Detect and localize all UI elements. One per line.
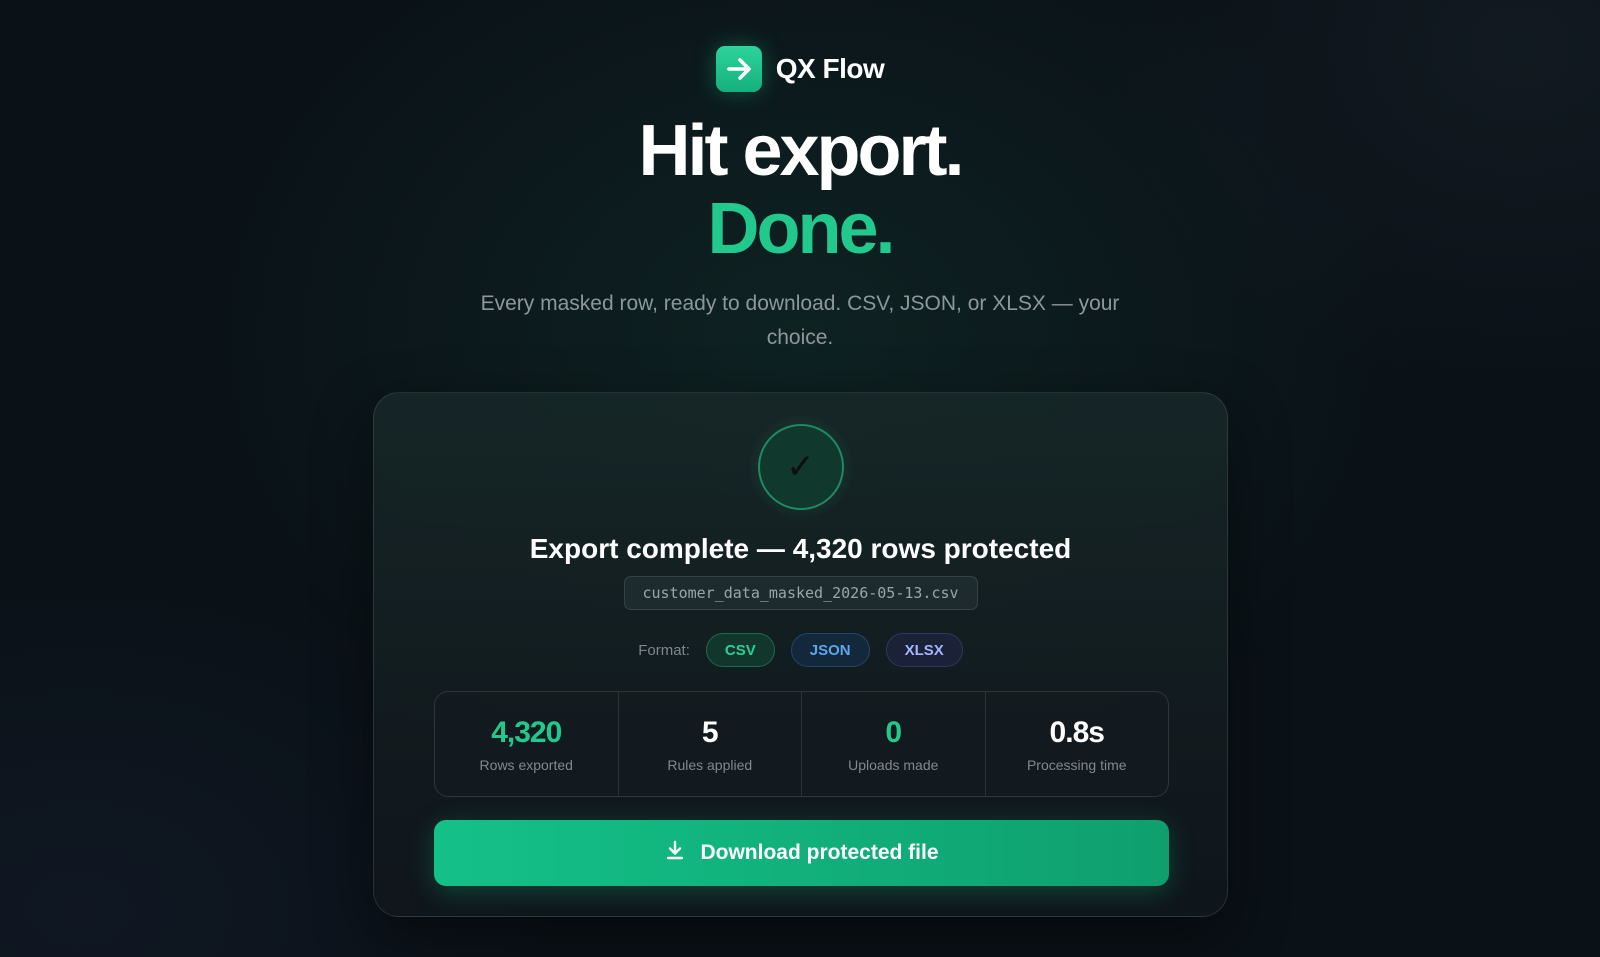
stat-label: Rows exported	[479, 757, 573, 773]
format-label: Format:	[638, 641, 690, 659]
download-button-label: Download protected file	[700, 841, 939, 864]
stat-processing-time: 0.8s Processing time	[986, 692, 1169, 796]
export-stats: 4,320 Rows exported 5 Rules applied 0 Up…	[434, 691, 1169, 797]
hero-subtitle: Every masked row, ready to download. CSV…	[480, 292, 1120, 349]
export-result-card: ✓ Export complete — 4,320 rows protected…	[373, 392, 1228, 917]
arrow-right-icon	[715, 46, 762, 92]
checkmark-icon: ✓	[757, 424, 844, 510]
output-filename: customer_data_masked_2026-05-13.csv	[623, 576, 978, 610]
format-chip-json[interactable]: JSON	[790, 633, 870, 667]
success-indicator: ✓	[748, 415, 853, 519]
stat-uploads-made: 0 Uploads made	[802, 692, 986, 796]
stat-label: Processing time	[1026, 757, 1127, 773]
stat-value: 0.8s	[1049, 716, 1105, 749]
headline-line-2: Done.	[707, 189, 895, 269]
download-icon	[664, 839, 686, 867]
stat-label: Uploads made	[848, 757, 939, 773]
stat-label: Rules applied	[667, 757, 753, 773]
stat-value: 4,320	[491, 716, 562, 749]
download-button[interactable]: Download protected file	[434, 820, 1169, 886]
brand-name: QX Flow	[775, 53, 885, 84]
stat-value: 0	[885, 716, 902, 749]
headline-line-1: Hit export.	[638, 111, 964, 191]
stat-rules-applied: 5 Rules applied	[619, 692, 802, 796]
brand-header: QX Flow	[0, 46, 1600, 92]
stat-value: 5	[701, 716, 719, 749]
export-status-title: Export complete — 4,320 rows protected	[529, 533, 1072, 564]
stat-rows-exported: 4,320 Rows exported	[435, 692, 619, 796]
hero-headline: Hit export. Done.	[0, 112, 1600, 268]
format-chip-xlsx[interactable]: XLSX	[885, 633, 963, 667]
format-selector: Format: CSV JSON XLSX	[374, 633, 1227, 667]
format-chip-csv[interactable]: CSV	[705, 633, 775, 667]
